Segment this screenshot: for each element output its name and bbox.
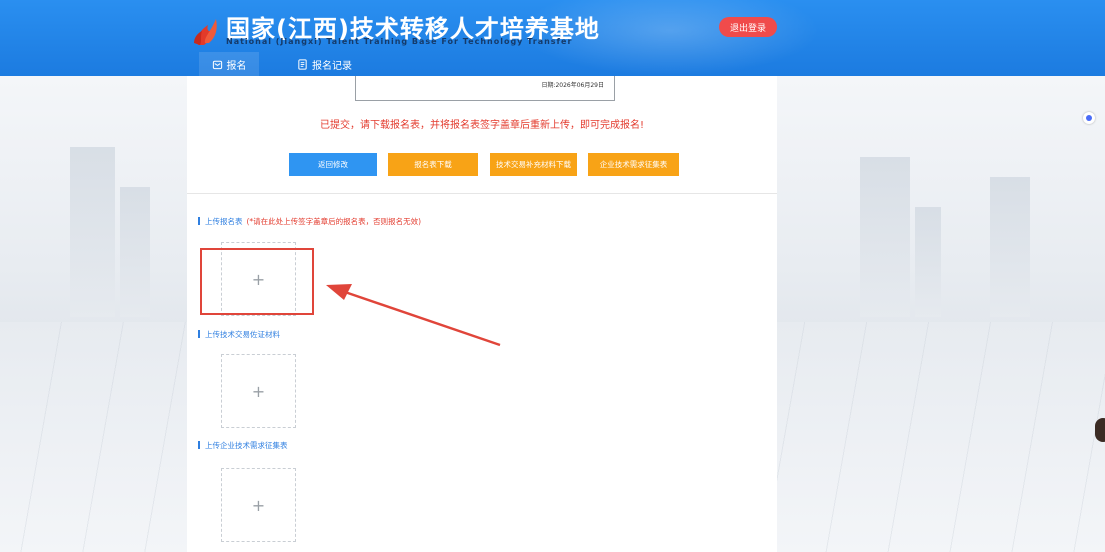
floating-assistant-button[interactable]	[1083, 112, 1095, 124]
floating-avatar[interactable]	[1095, 418, 1105, 442]
annotation-arrow-icon	[326, 284, 501, 347]
assistant-dot-icon	[1086, 115, 1092, 121]
